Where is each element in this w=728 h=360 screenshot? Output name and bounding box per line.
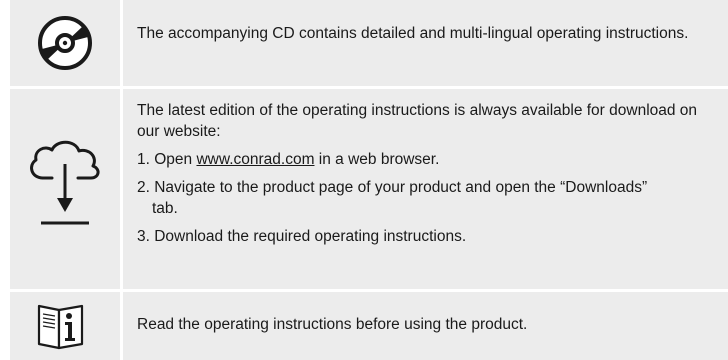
info-panel: The accompanying CD contains detailed an… [0, 0, 728, 360]
step-1: 1. Open www.conrad.com in a web browser. [137, 149, 714, 170]
download-row: The latest edition of the operating inst… [0, 89, 728, 289]
download-icon-cell [10, 89, 120, 289]
step-2-line-1: 2. Navigate to the product page of your … [137, 179, 648, 196]
manual-row: Read the operating instructions before u… [0, 292, 728, 360]
manual-info-icon [37, 304, 84, 350]
conrad-website-link[interactable]: www.conrad.com [196, 151, 314, 168]
cloud-download-icon [30, 140, 100, 225]
cd-text: The accompanying CD contains detailed an… [137, 25, 689, 42]
step-2: 2. Navigate to the product page of your … [137, 177, 714, 219]
step-1-suffix: in a web browser. [314, 151, 440, 168]
cd-disc-icon [38, 16, 92, 70]
cd-text-cell: The accompanying CD contains detailed an… [123, 0, 728, 86]
cd-row: The accompanying CD contains detailed an… [0, 0, 728, 86]
cd-icon-cell [10, 0, 120, 86]
step-2-line-2: tab. [152, 200, 178, 217]
step-3: 3. Download the required operating instr… [137, 228, 467, 245]
manual-icon-cell [10, 292, 120, 360]
step-1-prefix: 1. Open [137, 151, 197, 168]
manual-text: Read the operating instructions before u… [137, 316, 528, 333]
manual-text-cell: Read the operating instructions before u… [123, 292, 728, 360]
download-intro: The latest edition of the operating inst… [137, 102, 698, 140]
download-text-cell: The latest edition of the operating inst… [123, 89, 728, 289]
